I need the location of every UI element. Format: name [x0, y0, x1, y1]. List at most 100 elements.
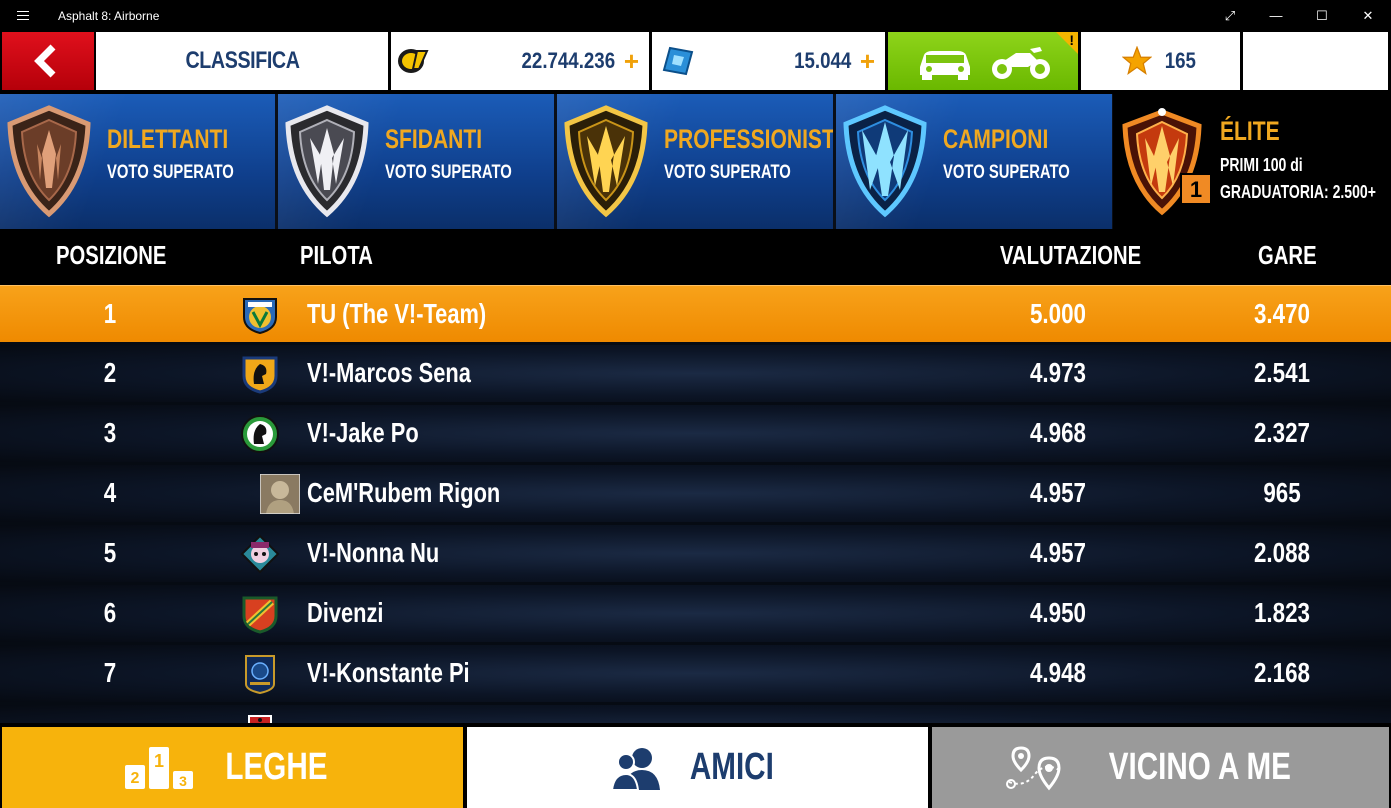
cell-position: 1: [103, 298, 117, 329]
cell-races: 965: [1263, 477, 1301, 508]
team-avatar-icon: [243, 298, 277, 335]
bronze-shield-icon: [7, 105, 91, 218]
maximize-button[interactable]: ☐: [1299, 0, 1345, 31]
league-card-professionisti[interactable]: PROFESSIONISTI VOTO SUPERATO: [557, 94, 833, 229]
motorcycle-icon: [992, 47, 1050, 79]
garage-alert-mark: !: [1069, 32, 1074, 48]
garage-button[interactable]: !: [888, 32, 1078, 90]
window-controls: ⤢ — ☐ ✕: [1207, 0, 1391, 31]
add-tokens-button[interactable]: +: [860, 46, 875, 77]
league-cards: DILETTANTI VOTO SUPERATO SFIDANTI VOTO S…: [0, 94, 1391, 229]
tab-leagues[interactable]: 2 1 3 LEGHE: [2, 727, 463, 808]
profile-slot[interactable]: [1243, 32, 1388, 90]
table-row[interactable]: 4 CeM'Rubem Rigon 4.957 965: [0, 465, 1391, 522]
cell-races: 2.327: [1253, 417, 1311, 448]
platinum-shield-icon: [843, 105, 927, 218]
credits-value: 22.744.236: [521, 48, 615, 73]
league-card-campioni[interactable]: CAMPIONI VOTO SUPERATO: [836, 94, 1112, 229]
hamburger-menu-icon[interactable]: [0, 0, 46, 31]
team-avatar-icon: [248, 715, 272, 723]
league-name: ÉLITE: [1220, 116, 1280, 146]
league-name: CAMPIONI: [943, 124, 1049, 154]
table-row[interactable]: 1 TU (The V!-Team) 5.000 3.470: [0, 285, 1391, 342]
elite-rank-badge: 1: [1190, 177, 1202, 202]
league-card-sfidanti[interactable]: SFIDANTI VOTO SUPERATO: [278, 94, 554, 229]
cell-position: 2: [103, 357, 117, 388]
league-name: DILETTANTI: [107, 124, 229, 154]
cell-rating: 4.968: [1029, 417, 1087, 448]
cell-driver: Divenzi: [307, 597, 384, 628]
table-row[interactable]: 7 V!-Konstante Pi 4.948 2.168: [0, 645, 1391, 702]
restore-icon[interactable]: ⤢: [1207, 0, 1253, 31]
close-button[interactable]: ✕: [1345, 0, 1391, 31]
star-icon: [1122, 46, 1153, 75]
table-row[interactable]: 6 Divenzi 4.950 1.823: [0, 585, 1391, 642]
page-title: CLASSIFICA: [96, 32, 388, 90]
header-position: POSIZIONE: [56, 240, 167, 270]
cell-driver: V!-Konstante Pi: [307, 657, 470, 688]
elite-shield-icon: 1: [1122, 108, 1212, 216]
cell-driver: V!-Jake Po: [307, 417, 419, 448]
league-card-dilettanti[interactable]: DILETTANTI VOTO SUPERATO: [0, 94, 275, 229]
add-credits-button[interactable]: +: [624, 46, 639, 77]
stars-counter: 165: [1081, 32, 1240, 90]
table-row[interactable]: 2 V!-Marcos Sena 4.973 2.541: [0, 345, 1391, 402]
cell-rating: 4.950: [1029, 597, 1087, 628]
elite-requirement: PRIMI 100 di GRADUATORIA: 2.500+: [1220, 152, 1376, 206]
table-row[interactable]: 3 V!-Jake Po 4.968 2.327: [0, 405, 1391, 462]
back-button[interactable]: [2, 32, 94, 90]
cell-rating: 5.000: [1029, 298, 1087, 329]
team-avatar-icon: [240, 534, 280, 574]
table-row-partial[interactable]: [0, 705, 1391, 723]
cell-races: 2.541: [1253, 357, 1311, 388]
team-avatar-icon: [241, 415, 279, 453]
back-arrow-icon: [34, 44, 56, 78]
elite-requirement-line1: PRIMI 100 di: [1220, 155, 1303, 175]
cell-rating: 4.973: [1029, 357, 1087, 388]
cell-position: 6: [103, 597, 117, 628]
window-title: Asphalt 8: Airborne: [58, 8, 160, 23]
podium-first-label: 1: [154, 751, 164, 771]
leaderboard-table: 1 TU (The V!-Team) 5.000 3.470 2 V!-Marc…: [0, 285, 1391, 723]
header-races: GARE: [1258, 240, 1317, 270]
tab-friends-label: AMICI: [689, 746, 774, 788]
team-avatar-icon: [245, 655, 275, 694]
leaderboard-header: POSIZIONE PILOTA VALUTAZIONE GARE: [0, 230, 1391, 284]
table-row[interactable]: 5 V!-Nonna Nu 4.957 2.088: [0, 525, 1391, 582]
league-status: VOTO SUPERATO: [385, 162, 512, 183]
team-avatar-icon: [242, 596, 278, 634]
location-pins-icon: [1005, 745, 1061, 790]
minimize-button[interactable]: —: [1253, 0, 1299, 31]
top-bar: CLASSIFICA 22.744.236 + 15.044 + ! 165: [0, 32, 1391, 90]
tab-leagues-label: LEGHE: [225, 746, 328, 788]
league-name: PROFESSIONISTI: [664, 124, 833, 154]
cell-rating: 4.957: [1029, 537, 1087, 568]
tab-friends[interactable]: AMICI: [467, 727, 928, 808]
podium-third-label: 3: [179, 773, 187, 789]
gold-shield-icon: [564, 105, 648, 218]
cell-driver: TU (The V!-Team): [307, 298, 487, 329]
friends-icon: [610, 747, 660, 791]
cell-position: 3: [103, 417, 117, 448]
credits-counter: 22.744.236 +: [391, 32, 649, 90]
tab-nearby[interactable]: VICINO A ME: [932, 727, 1389, 808]
cell-position: 5: [103, 537, 117, 568]
header-rating: VALUTAZIONE: [1000, 240, 1142, 270]
garage-alert-badge: [1056, 32, 1078, 54]
league-status: VOTO SUPERATO: [664, 162, 791, 183]
tokens-value: 15.044: [793, 48, 851, 73]
page-title-text: CLASSIFICA: [185, 47, 299, 74]
team-avatar-icon: [242, 356, 278, 394]
cell-races: 3.470: [1253, 298, 1311, 329]
token-icon: [662, 46, 694, 76]
bottom-tabs: 2 1 3 LEGHE AMICI VICINO A ME: [0, 727, 1391, 808]
cell-position: 4: [103, 477, 117, 508]
league-status: VOTO SUPERATO: [943, 162, 1070, 183]
league-card-elite[interactable]: 1 ÉLITE PRIMI 100 di GRADUATORIA: 2.500+: [1113, 94, 1391, 229]
car-icon: [920, 51, 970, 80]
silver-shield-icon: [285, 105, 369, 218]
elite-requirement-line2: GRADUATORIA: 2.500+: [1220, 182, 1376, 202]
league-name: SFIDANTI: [385, 124, 483, 154]
stars-value: 165: [1164, 48, 1197, 73]
cell-races: 2.168: [1253, 657, 1311, 688]
